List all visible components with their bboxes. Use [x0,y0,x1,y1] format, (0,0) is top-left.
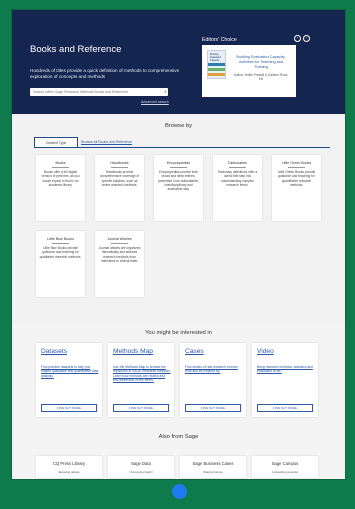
card-tagline: Unleashing potential [272,470,298,474]
card-title: CQ Press Library [52,461,86,466]
content-type-card-encyclopedias[interactable]: Encyclopedias Encyclopedias provide both… [154,155,203,221]
card-title-link[interactable]: Datasets [41,348,67,355]
hero-banner: Books and Reference Hundreds of titles p… [12,10,345,119]
sage-card-campus[interactable]: Sage Campus Unleashing potential [252,456,318,478]
book-title-link[interactable]: Building Evaluation Capacity: Activities… [232,55,290,69]
card-title: Sage Business Cases [192,461,234,466]
card-description: Books offer a full digital version of pr… [41,170,80,187]
card-tagline: Uncovering insight [129,470,153,474]
browse-tabs: Content Type Browse All Books and Refere… [34,137,330,148]
card-description: Journal articles are organized thematica… [98,246,141,263]
card-title-link[interactable]: Video [257,348,274,355]
content-type-card-dictionaries[interactable]: Dictionaries Dictionary definitions offe… [213,155,262,221]
carousel-prev-icon[interactable]: ‹ [294,35,301,42]
card-description-link[interactable]: Use the Methods Map to browse the resour… [113,365,171,382]
hero-description: Hundreds of titles provide a quick defin… [30,68,180,79]
card-title-link[interactable]: Cases [185,348,204,355]
card-tagline: Elevating debate [58,470,80,474]
sage-card-data[interactable]: Sage Data Uncovering insight [108,456,174,478]
sage-card-business-cases[interactable]: Sage Business Cases Shaping futures [180,456,246,478]
interest-card-methods-map: Methods Map Use the Methods Map to brows… [108,343,174,417]
interest-card-cases: Cases Find stories of real research to l… [180,343,246,417]
floating-action-button[interactable] [172,484,187,499]
search-input[interactable]: Search within Sage Research Methods Book… [30,88,168,96]
book-author: Author: Hallie Preskill & Darlene Russ-E… [233,73,289,81]
content-type-card-little-green-books[interactable]: Little Green Books Little Green Books pr… [272,155,321,221]
card-title: Sage Campus [271,461,299,466]
search-icon[interactable]: ⌕ [162,89,169,95]
editors-choice-card[interactable]: Building Evaluation Capacity Building Ev… [202,45,296,97]
content-type-card-journal-articles[interactable]: Journal Articles Journal articles are or… [95,231,144,297]
browse-title: Browse by [164,123,193,129]
find-out-more-button[interactable]: FIND OUT MORE [41,404,97,412]
card-tagline: Shaping futures [203,470,223,474]
card-title: Little Blue Books [47,237,74,241]
tab-browse-all[interactable]: Browse All Books and Reference [81,137,132,147]
book-cover-image[interactable]: Building Evaluation Capacity [207,50,226,79]
tab-content-type[interactable]: Content Type [34,137,78,147]
card-title: Handbooks [110,161,129,165]
also-title: Also from Sage [158,434,199,440]
card-title: Sage Data [131,461,151,466]
sage-card-cq-press[interactable]: CQ Press Library Elevating debate [36,456,102,478]
book-cover-title: Building Evaluation Capacity [210,53,222,62]
card-title: Little Green Books [281,161,312,165]
card-title: Encyclopedias [166,161,191,165]
find-out-more-button[interactable]: FIND OUT MORE [185,404,241,412]
find-out-more-button[interactable]: FIND OUT MORE [113,404,169,412]
page-frame: Books and Reference Hundreds of titles p… [12,10,345,479]
card-title: Books [55,161,66,165]
interest-card-video: Video Bring research methods, statistics… [252,343,318,417]
card-description-link[interactable]: Find practice datasets to help you maste… [41,365,99,378]
card-description: Encyclopedias provide both broad and dee… [157,170,200,192]
card-description-link[interactable]: Find stories of real research to learn f… [185,365,243,374]
interest-card-datasets: Datasets Find practice datasets to help … [36,343,102,417]
card-description: Little Green Books provide guidance and … [277,170,316,187]
editors-choice-label: Editors' Choice [202,37,237,43]
content-type-card-books[interactable]: Books Books offer a full digital version… [36,155,85,221]
card-description: Handbooks provide comprehensive coverage… [99,170,140,187]
card-description: Dictionary definitions offer a useful fi… [217,170,258,187]
card-title-link[interactable]: Methods Map [113,348,153,355]
page-title: Books and Reference [30,44,122,55]
card-title: Dictionaries [228,161,247,165]
card-title: Journal Articles [107,237,132,241]
carousel-next-icon[interactable]: › [303,35,310,42]
content-type-card-handbooks[interactable]: Handbooks Handbooks provide comprehensiv… [95,155,144,221]
card-description-link[interactable]: Bring research methods, statistics and e… [257,365,315,374]
advanced-search-link[interactable]: Advanced search [141,100,169,104]
content-type-card-little-blue-books[interactable]: Little Blue Books Little Blue Books prov… [36,231,85,297]
interested-title: You might be interested in [145,330,212,336]
find-out-more-button[interactable]: FIND OUT MORE [257,404,313,412]
card-description: Little Blue Books provide guidance and t… [39,246,82,259]
